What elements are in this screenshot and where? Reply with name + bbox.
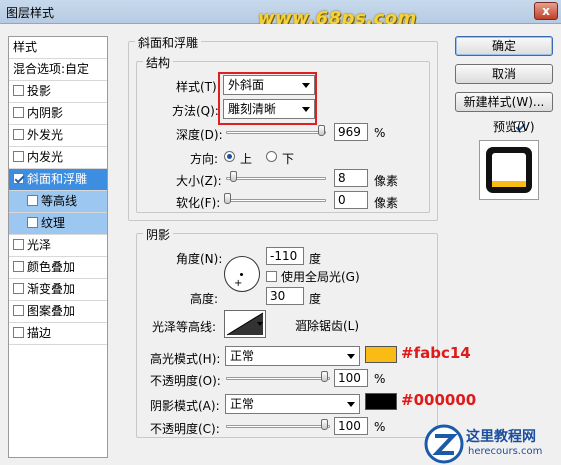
sidebar-item-gradient-overlay[interactable]: 渐变叠加 bbox=[9, 279, 107, 301]
angle-crosshair-icon: + bbox=[234, 278, 243, 289]
checkbox-icon[interactable] bbox=[13, 151, 24, 162]
sidebar-item-drop-shadow[interactable]: 投影 bbox=[9, 81, 107, 103]
sidebar-item-bevel-emboss[interactable]: 斜面和浮雕 bbox=[9, 169, 107, 191]
checkbox-icon[interactable] bbox=[13, 261, 24, 272]
altitude-label: 高度: bbox=[190, 292, 219, 306]
shadow-mode-select[interactable]: 正常 bbox=[225, 394, 360, 414]
gloss-contour-label: 光泽等高线: bbox=[152, 320, 217, 334]
logo-text: 这里教程网 bbox=[466, 429, 536, 445]
opacity1-input[interactable]: 100 bbox=[334, 369, 368, 387]
size-input[interactable]: 8 bbox=[334, 169, 368, 187]
checkbox-icon[interactable] bbox=[13, 129, 24, 140]
altitude-unit: 度 bbox=[309, 292, 322, 306]
sidebar-item-contour[interactable]: 等高线 bbox=[9, 191, 107, 213]
highlight-color-swatch[interactable] bbox=[365, 346, 397, 363]
checkbox-icon[interactable] bbox=[13, 283, 24, 294]
angle-dial-dot bbox=[240, 273, 243, 276]
opacity2-slider-track[interactable] bbox=[226, 425, 330, 428]
checkbox-icon[interactable] bbox=[13, 107, 24, 118]
soften-unit: 像素 bbox=[374, 196, 399, 210]
depth-label: 深度(D): bbox=[176, 128, 223, 142]
technique-label: 方法(Q): bbox=[172, 104, 219, 118]
shadow-color-swatch[interactable] bbox=[365, 393, 397, 410]
checkbox-icon[interactable] bbox=[13, 327, 24, 338]
depth-slider-thumb[interactable] bbox=[318, 125, 325, 136]
depth-slider-track[interactable] bbox=[226, 131, 326, 134]
new-style-button[interactable]: 新建样式(W)... bbox=[455, 92, 553, 112]
opacity1-slider-thumb[interactable] bbox=[321, 371, 328, 382]
direction-down-label: 下 bbox=[282, 152, 295, 166]
shading-title: 阴影 bbox=[143, 226, 174, 243]
site-logo: 这里教程网 herecours.com bbox=[424, 423, 561, 465]
window-title: 图层样式 bbox=[6, 6, 55, 20]
soften-slider-thumb[interactable] bbox=[224, 193, 231, 204]
altitude-input[interactable]: 30 bbox=[266, 287, 304, 305]
opacity2-input[interactable]: 100 bbox=[334, 417, 368, 435]
opacity1-slider-track[interactable] bbox=[226, 377, 330, 380]
bevel-group-title: 斜面和浮雕 bbox=[135, 34, 202, 51]
direction-up-radio[interactable] bbox=[224, 151, 235, 162]
sidebar-item-inner-glow[interactable]: 内发光 bbox=[9, 147, 107, 169]
dropdown-arrow-icon bbox=[347, 354, 355, 359]
sidebar-item-texture[interactable]: 纹理 bbox=[9, 213, 107, 235]
highlight-color-annotation: #fabc14 bbox=[401, 344, 471, 362]
logo-z-icon bbox=[424, 424, 464, 464]
soften-slider-track[interactable] bbox=[226, 199, 326, 202]
angle-unit: 度 bbox=[309, 252, 322, 266]
size-slider-thumb[interactable] bbox=[230, 171, 237, 182]
highlight-annotation-box bbox=[218, 72, 317, 125]
depth-input[interactable]: 969 bbox=[334, 123, 368, 141]
style-label: 样式(T): bbox=[176, 80, 221, 94]
angle-input[interactable]: -110 bbox=[266, 247, 304, 265]
soften-input[interactable]: 0 bbox=[334, 191, 368, 209]
style-preview-thumbnail bbox=[479, 140, 539, 200]
checkbox-icon[interactable] bbox=[27, 217, 38, 228]
highlight-mode-label: 高光模式(H): bbox=[150, 352, 221, 366]
sidebar-item-blend-options[interactable]: 混合选项:自定 bbox=[9, 59, 107, 81]
size-label: 大小(Z): bbox=[176, 174, 222, 188]
soften-label: 软化(F): bbox=[176, 196, 221, 210]
sidebar-item-pattern-overlay[interactable]: 图案叠加 bbox=[9, 301, 107, 323]
preview-swatch-graphic bbox=[486, 147, 532, 193]
checkbox-icon[interactable] bbox=[13, 239, 24, 250]
angle-label: 角度(N): bbox=[176, 252, 223, 266]
checkbox-checked-icon[interactable] bbox=[13, 173, 24, 184]
size-slider-track[interactable] bbox=[226, 177, 326, 180]
contour-dropdown-arrow-icon[interactable] bbox=[257, 322, 263, 326]
preview-label: 预览(V) bbox=[493, 120, 535, 134]
direction-up-label: 上 bbox=[240, 152, 253, 166]
global-light-checkbox[interactable] bbox=[266, 271, 277, 282]
cancel-button[interactable]: 取消 bbox=[455, 64, 553, 84]
sidebar-item-satin[interactable]: 光泽 bbox=[9, 235, 107, 257]
close-button[interactable]: x bbox=[534, 2, 558, 20]
direction-down-radio[interactable] bbox=[266, 151, 277, 162]
shadow-mode-label: 阴影模式(A): bbox=[150, 399, 220, 413]
highlight-mode-select[interactable]: 正常 bbox=[225, 346, 360, 366]
sidebar-item-inner-shadow[interactable]: 内阴影 bbox=[9, 103, 107, 125]
sidebar-item-color-overlay[interactable]: 颜色叠加 bbox=[9, 257, 107, 279]
structure-title: 结构 bbox=[143, 54, 174, 71]
sidebar-header: 样式 bbox=[9, 37, 107, 59]
depth-unit: % bbox=[374, 126, 386, 140]
opacity1-label: 不透明度(O): bbox=[150, 374, 221, 388]
sidebar-item-outer-glow[interactable]: 外发光 bbox=[9, 125, 107, 147]
checkbox-icon[interactable] bbox=[27, 195, 38, 206]
antialias-label: 消除锯齿(L) bbox=[295, 319, 360, 333]
checkbox-icon[interactable] bbox=[13, 305, 24, 316]
opacity1-unit: % bbox=[374, 372, 386, 386]
ok-button[interactable]: 确定 bbox=[455, 36, 553, 56]
direction-label: 方向: bbox=[190, 152, 219, 166]
global-light-label: 使用全局光(G) bbox=[281, 270, 360, 284]
checkbox-icon[interactable] bbox=[13, 85, 24, 96]
opacity2-unit: % bbox=[374, 420, 386, 434]
opacity2-slider-thumb[interactable] bbox=[321, 419, 328, 430]
opacity2-label: 不透明度(C): bbox=[150, 422, 220, 436]
size-unit: 像素 bbox=[374, 174, 399, 188]
logo-subtext: herecours.com bbox=[468, 446, 543, 457]
dropdown-arrow-icon bbox=[347, 402, 355, 407]
styles-sidebar: 样式 混合选项:自定 投影 内阴影 外发光 内发光 斜面和浮雕 等高线 纹理 光… bbox=[8, 36, 108, 458]
sidebar-item-stroke[interactable]: 描边 bbox=[9, 323, 107, 345]
shadow-color-annotation: #000000 bbox=[401, 391, 477, 409]
